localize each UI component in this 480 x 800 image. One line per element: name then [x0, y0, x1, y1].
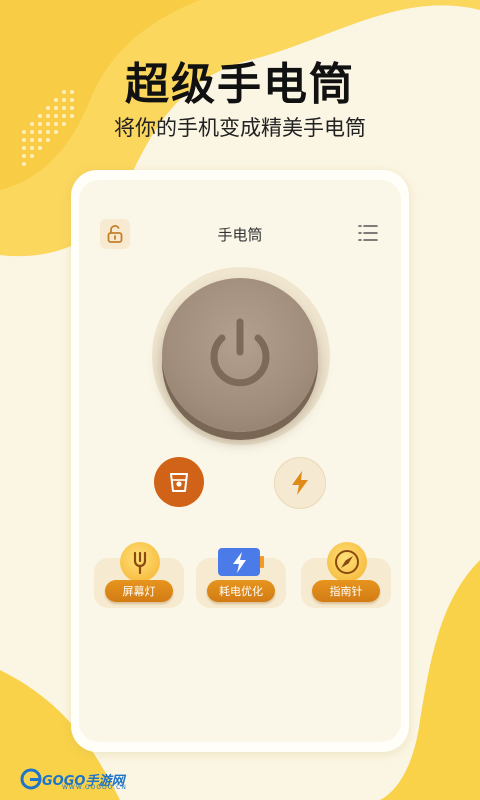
tool-label: 指南针: [312, 580, 380, 602]
power-button[interactable]: [162, 278, 318, 432]
menu-button[interactable]: [355, 220, 381, 246]
cup-button[interactable]: [154, 457, 204, 507]
tool-label: 屏幕灯: [105, 580, 173, 602]
cup-icon: [170, 473, 188, 492]
hero-subtitle: 将你的手机变成精美手电筒: [114, 116, 366, 140]
watermark-url: WWW.GOGOO.CN: [62, 784, 127, 791]
phone-mockup: 手电筒 屏幕灯 耗电优化 指南针: [71, 170, 409, 752]
flash-button[interactable]: [274, 457, 326, 509]
battery-icon: [216, 542, 266, 582]
tool-compass[interactable]: 指南针: [301, 542, 391, 608]
tool-power-saving[interactable]: 耗电优化: [196, 548, 286, 608]
hero-title: 超级手电筒: [125, 59, 355, 110]
lamp-icon: [120, 542, 160, 582]
list-menu-icon: [358, 225, 378, 241]
tool-label: 耗电优化: [207, 580, 275, 602]
watermark-logo: GOGO手游网 WWW.GOGOO.CN: [20, 767, 127, 791]
gogo-logo-icon: [20, 768, 42, 790]
app-title: 手电筒: [217, 226, 263, 244]
compass-icon: [327, 542, 367, 582]
app-screen: 手电筒 屏幕灯 耗电优化 指南针: [79, 180, 401, 742]
power-icon: [210, 318, 270, 387]
tool-screen-light[interactable]: 屏幕灯: [94, 542, 184, 608]
lightning-icon: [292, 471, 308, 495]
